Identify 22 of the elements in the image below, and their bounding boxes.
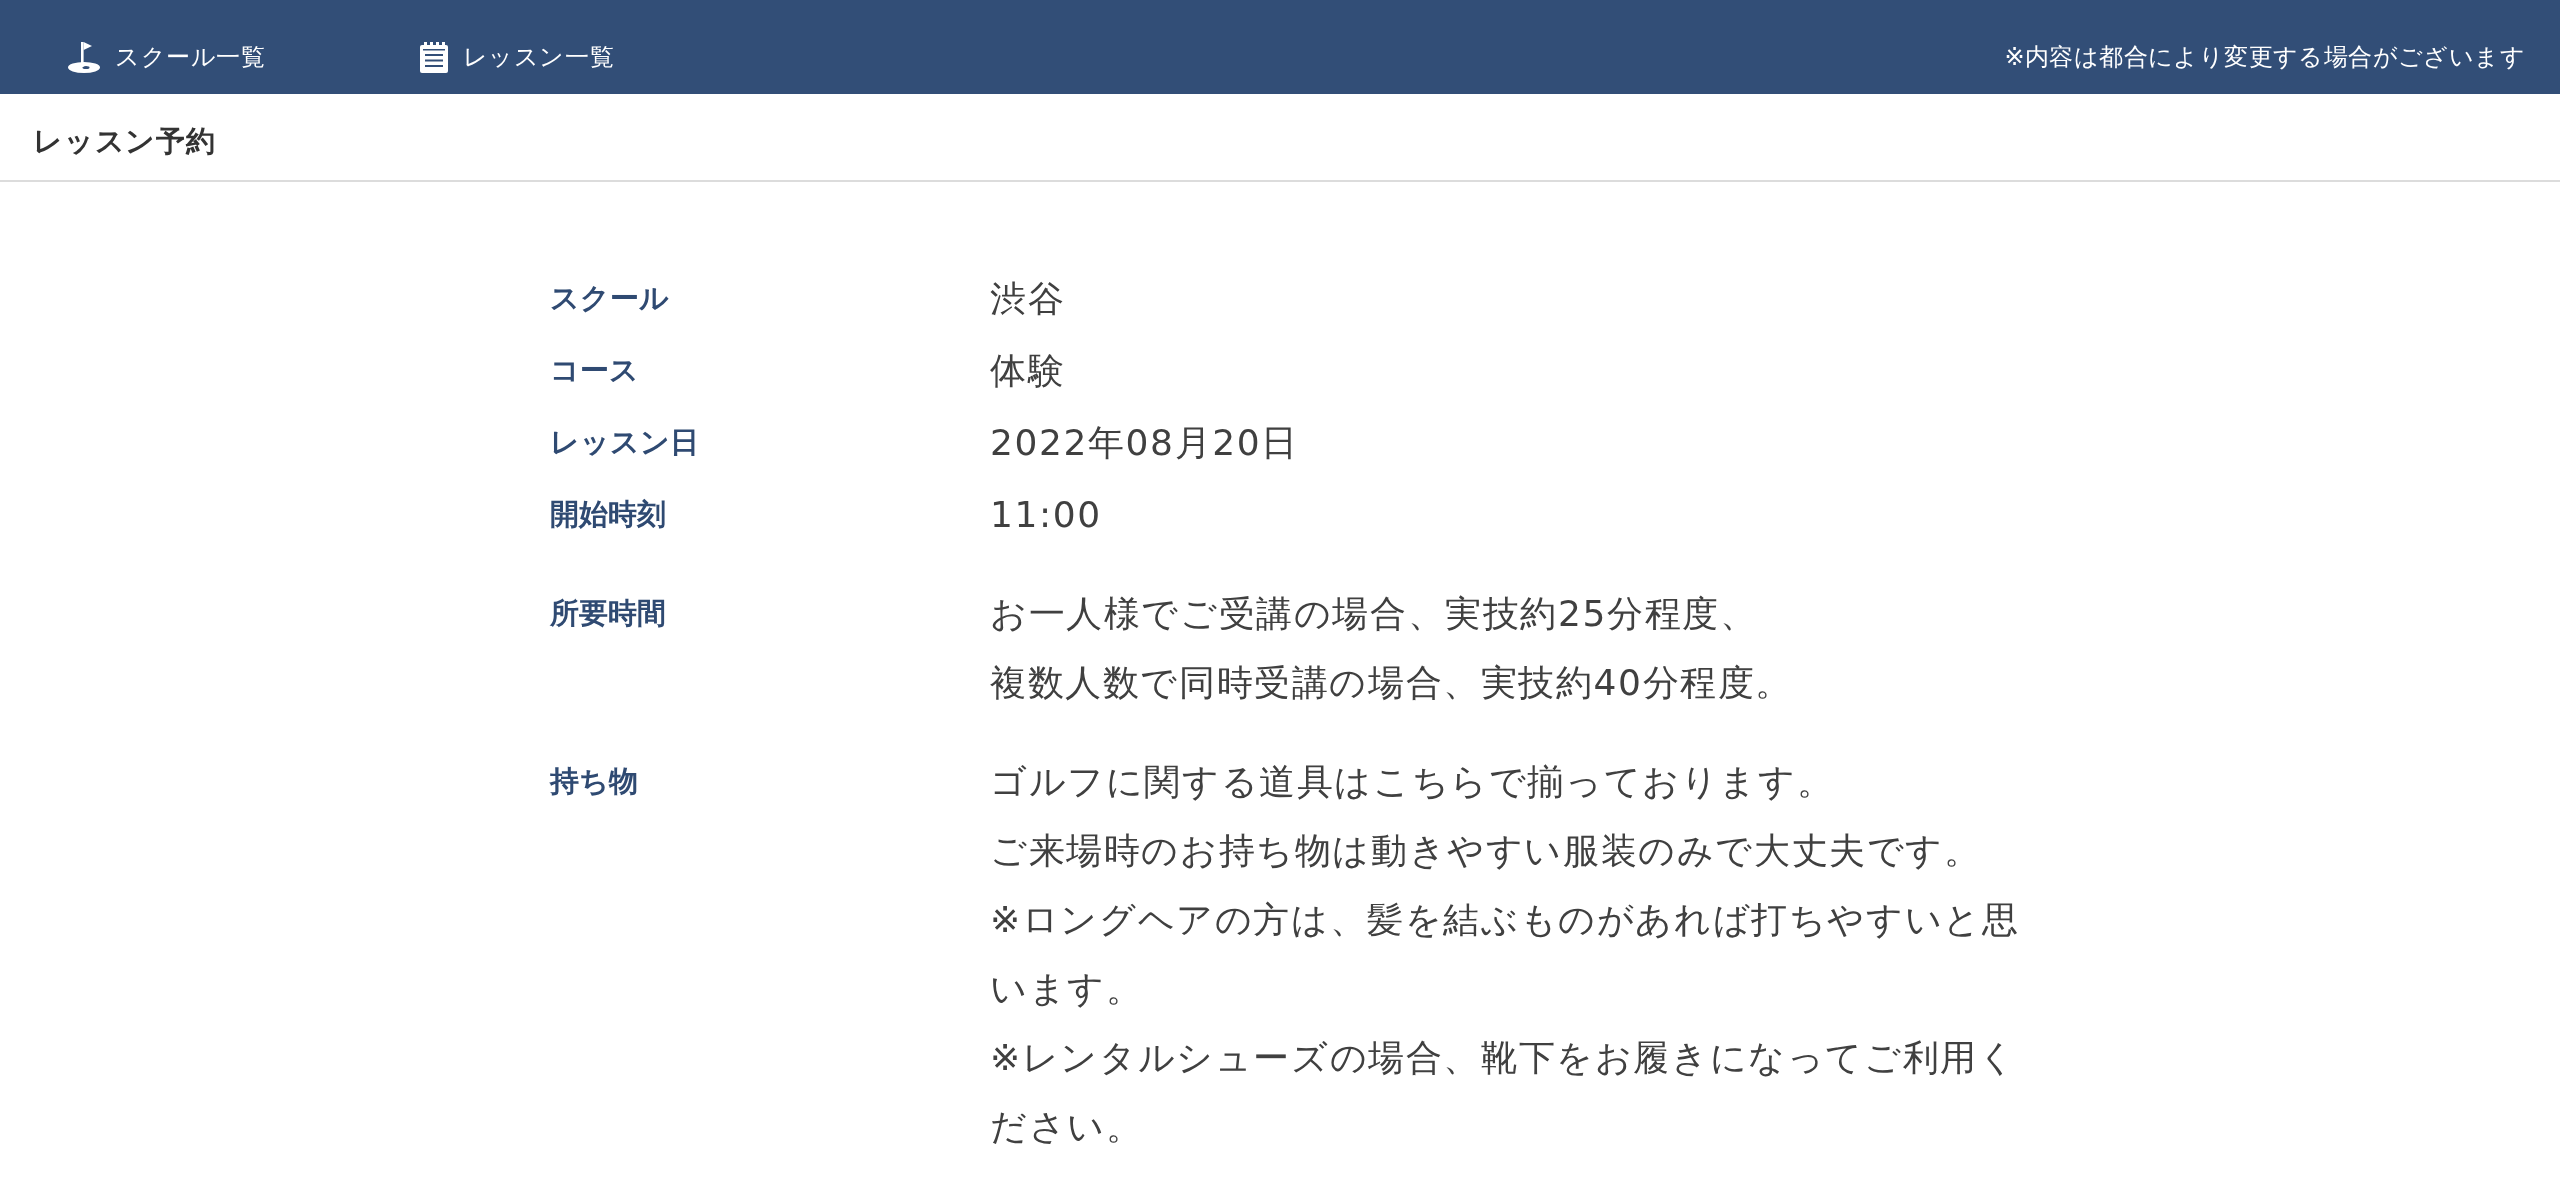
field-value: お一人様でご受講の場合、実技約25分程度、 (990, 591, 1758, 636)
nav-link[interactable]: レッスン一覧 (419, 41, 615, 73)
field-value: 渋谷 (990, 276, 1066, 321)
notepad-icon (419, 41, 448, 73)
field-value: 11:00 (990, 492, 1102, 537)
field-value: 2022年08月20日 (990, 420, 1299, 465)
field-value: 体験 (990, 348, 1066, 393)
field-value: ※レンタルシューズの場合、靴下をお履きになってご利用ください。 (990, 1035, 2018, 1149)
field-label: 所要時間 (550, 594, 666, 632)
field-label: 持ち物 (550, 762, 638, 800)
notice-text: ※内容は都合により変更する場合がございます (2004, 42, 2525, 73)
field-label: 開始時刻 (550, 495, 666, 533)
field-label: コース (550, 351, 639, 389)
nav-link[interactable]: スクール一覧 (68, 41, 266, 73)
field-value: ※ロングヘアの方は、髪を結ぶものがあれば打ちやすいと思います。 (990, 897, 2020, 1011)
field-value: ゴルフに関する道具はこちらで揃っております。 (990, 759, 1835, 804)
golf-flag-icon (68, 41, 100, 73)
field-value: 複数人数で同時受講の場合、実技約40分程度。 (990, 660, 1793, 705)
page-title: レッスン予約 (33, 123, 216, 160)
field-label: スクール (550, 279, 669, 317)
field-value: ご来場時のお持ち物は動きやすい服装のみで大丈夫です。 (990, 828, 1982, 873)
field-label: レッスン日 (550, 423, 699, 461)
